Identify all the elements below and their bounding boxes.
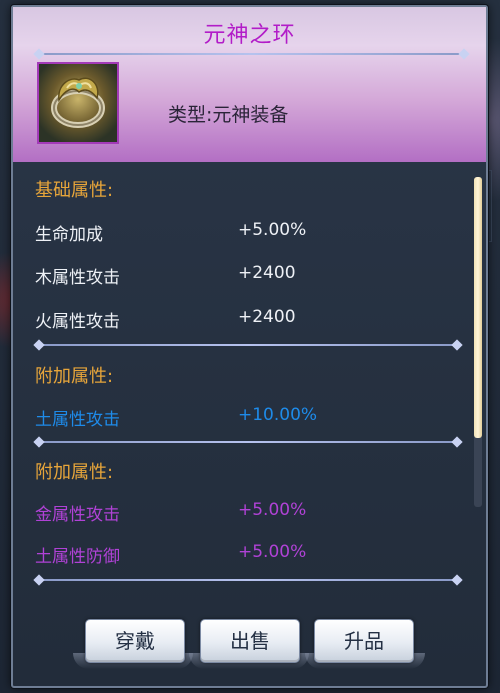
section-divider	[39, 344, 457, 346]
extra-attributes-header: 附加属性:	[35, 462, 114, 483]
item-tooltip-panel: 元神之环 类型:元神装备 基础属性: 生命加成 +5.00% 木属性攻击 +24…	[11, 5, 488, 688]
extra-attributes-header: 附加属性:	[35, 366, 114, 387]
sell-button[interactable]: 出售	[200, 619, 300, 663]
stat-value: +5.00%	[238, 542, 307, 562]
attribute-scrollbar[interactable]	[474, 177, 482, 507]
stat-value: +5.00%	[238, 220, 307, 240]
item-type-label: 类型:元神装备	[168, 104, 289, 126]
stat-value: +10.00%	[238, 405, 318, 425]
stat-name: 土属性防御	[35, 547, 120, 567]
stat-name: 木属性攻击	[35, 268, 120, 288]
section-divider	[39, 579, 457, 581]
scrollbar-thumb[interactable]	[474, 177, 482, 438]
stat-name: 土属性攻击	[35, 410, 120, 430]
upgrade-button[interactable]: 升品	[314, 619, 414, 663]
attribute-list: 基础属性: 生命加成 +5.00% 木属性攻击 +2400 火属性攻击 +240…	[13, 162, 486, 687]
item-title: 元神之环	[203, 23, 296, 48]
equip-button[interactable]: 穿戴	[85, 619, 185, 663]
section-divider	[39, 441, 457, 443]
stat-value: +2400	[238, 307, 296, 327]
stat-name: 火属性攻击	[35, 312, 120, 332]
header-divider	[39, 53, 464, 55]
stat-value: +5.00%	[238, 500, 307, 520]
stat-value: +2400	[238, 263, 296, 283]
ring-icon	[37, 62, 119, 144]
base-attributes-header: 基础属性:	[35, 180, 114, 201]
stat-name: 金属性攻击	[35, 505, 120, 525]
item-header: 元神之环 类型:元神装备	[13, 7, 486, 162]
stat-name: 生命加成	[35, 225, 103, 245]
